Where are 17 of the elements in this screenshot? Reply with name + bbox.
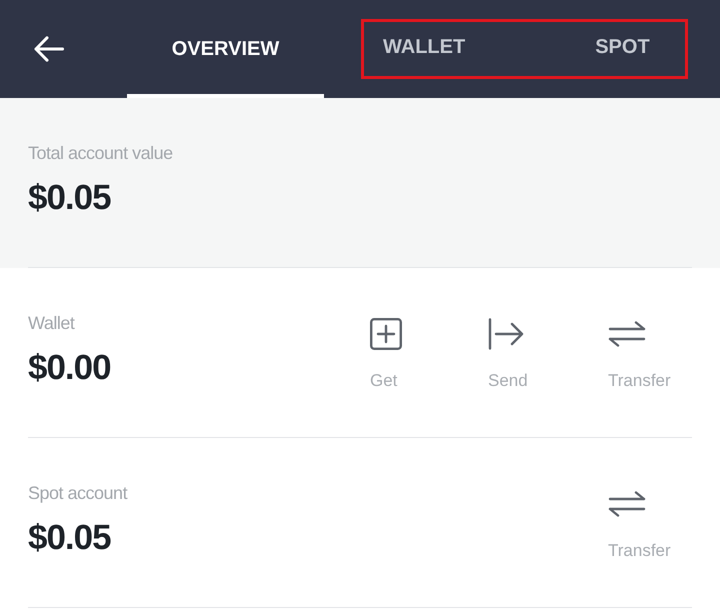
account-label: Spot account <box>28 482 128 505</box>
swap-arrows-icon <box>608 321 646 347</box>
get-button[interactable]: Get <box>370 318 402 392</box>
total-value: $0.05 <box>28 177 111 219</box>
transfer-button[interactable]: Transfer <box>608 488 671 562</box>
plus-square-icon <box>370 318 402 350</box>
send-button[interactable]: Send <box>488 318 528 392</box>
tab[interactable]: SPOT <box>595 30 650 68</box>
account-value: $0.05 <box>28 517 111 559</box>
bar-right-arrow-icon <box>488 318 524 350</box>
account-label: Wallet <box>28 312 74 335</box>
account-value: $0.00 <box>28 347 111 389</box>
total-label: Total account value <box>28 142 173 165</box>
tab[interactable]: WALLET <box>383 30 466 68</box>
left-arrow-icon <box>34 36 64 62</box>
transfer-button[interactable]: Transfer <box>608 318 671 392</box>
swap-arrows-icon <box>608 491 646 517</box>
